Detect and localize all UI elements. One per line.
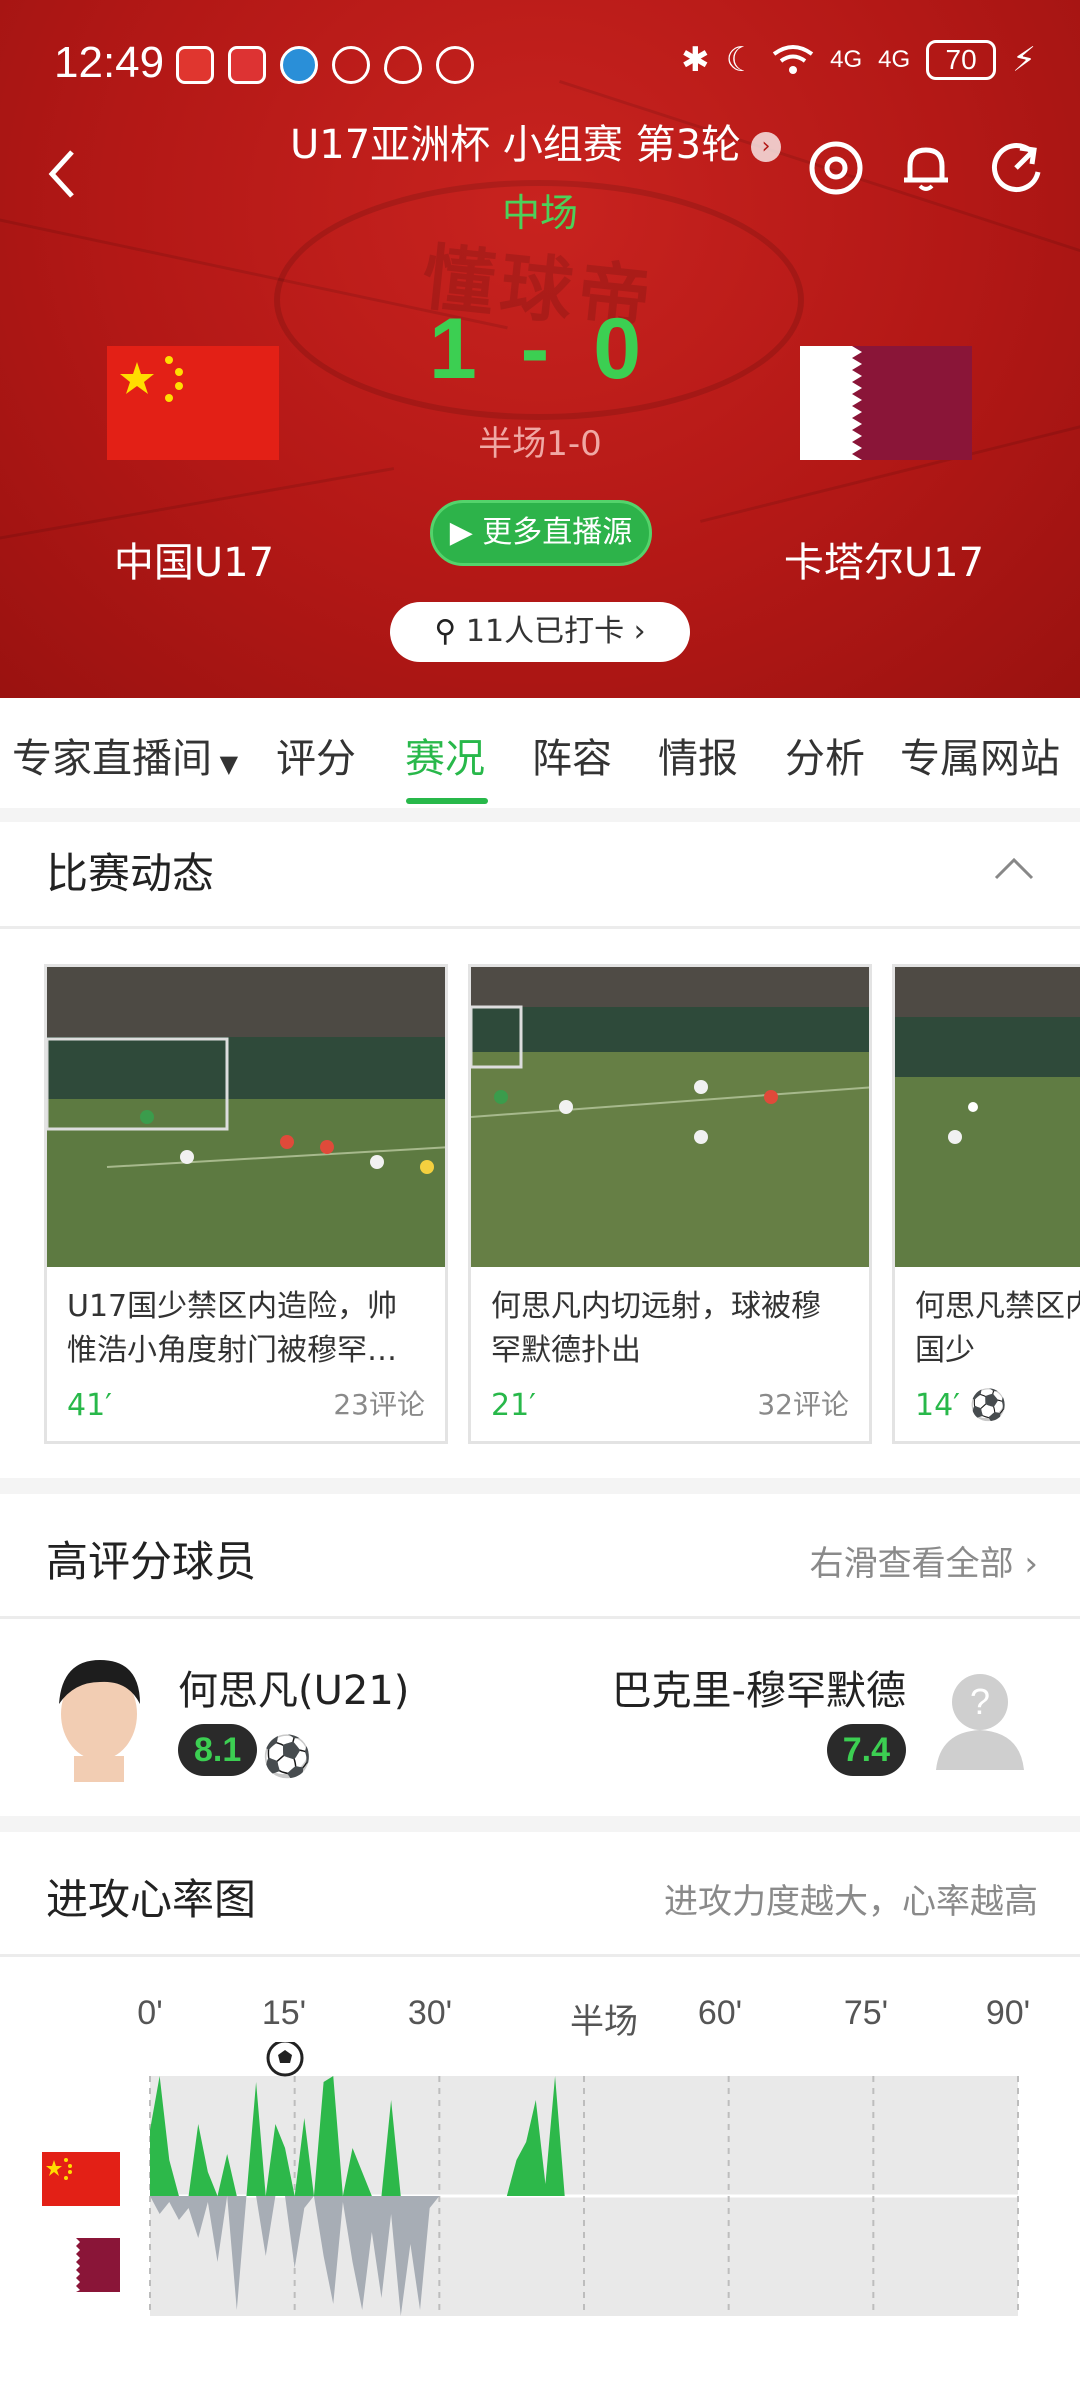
section-title: 进攻心率图 [46,1875,257,1924]
event-minute: 21′ [491,1388,536,1423]
away-flag-icon [64,2238,120,2292]
event-comments: 32评论 [757,1388,849,1421]
home-team-name[interactable]: 中国U17 [44,530,344,588]
halftime-score: 半场1-0 [478,424,602,464]
match-header: 懂球帝 12:49 ✱ ☾ 4G 4G 70 ⚡ U17亚洲杯 小组赛 第3轮 ›… [0,0,1080,698]
event-minute: 14′ ⚽ [915,1388,1007,1423]
chart-hint: 进攻力度越大，心率越高 [664,1882,1038,1922]
event-minute: 41′ [67,1388,112,1423]
more-live-sources-button[interactable]: ▶ 更多直播源 [430,500,652,566]
away-team-name[interactable]: 卡塔尔U17 [734,530,1034,588]
bell-icon[interactable] [898,140,954,196]
x-tick-label: 30' [407,1994,453,2032]
x-tick-label: 75' [843,1994,889,2032]
events-carousel[interactable]: U17国少禁区内造险，帅惟浩小角度射门被穆罕… 41′ 23评论 何思凡内切远射… [0,964,1080,1444]
bluetooth-icon: ✱ [681,40,710,80]
tab-lineup[interactable]: 阵容 [532,726,612,784]
back-icon[interactable] [46,148,76,200]
checkin-button[interactable]: ⚲ 11人已打卡 › [390,602,690,662]
collapse-icon[interactable] [992,854,1036,882]
placeholder-avatar-icon[interactable]: ? [932,1670,1028,1770]
moon-icon: ☾ [725,40,757,80]
player-avatar[interactable] [44,1652,154,1782]
x-tick-label: 60' [697,1994,743,2032]
chevron-right-icon: › [1013,1544,1038,1584]
tab-analysis[interactable]: 分析 [785,726,865,784]
app-icon [228,46,266,84]
match-events-section: 比赛动态 U17国少禁区内造险，帅惟浩小角度射门被穆罕… 41′ 23评论 何思… [0,822,1080,1478]
china-flag[interactable] [107,346,279,460]
wifi-icon [772,45,814,74]
qatar-flag[interactable] [800,346,972,460]
x-tick-label: 15' [261,1994,307,2032]
home-flag-icon [42,2152,120,2206]
charging-icon: ⚡ [1012,40,1036,80]
event-card[interactable]: 何思凡内切远射，球被穆罕默德扑出 21′ 32评论 [468,964,872,1444]
caret-down-icon: ▼ [212,750,239,778]
video-thumbnail [47,967,445,1267]
system-icons: ✱ ☾ 4G 4G 70 ⚡ [681,40,1036,80]
event-comments: 23评论 [333,1388,425,1421]
tab-match-status[interactable]: 赛况 [405,726,485,784]
chevron-right-icon: › [751,132,782,162]
tab-bar: 专家直播间 ▼ 评分 赛况 阵容 情报 分析 专属网站 [0,698,1080,808]
location-pin-icon: ⚲ [434,614,466,649]
attack-heart-rate-chart [42,2042,1019,2316]
x-axis: 0' 15' 30' 半场 60' 75' 90' [0,1994,1080,2041]
score: 1 - 0 [428,301,652,397]
section-title: 比赛动态 [46,849,215,898]
status-bar: 12:49 ✱ ☾ 4G 4G 70 ⚡ [0,38,1080,98]
signal-icon: 4G [878,46,911,73]
top-players-section: 高评分球员 右滑查看全部 › 何思凡(U21) 8.1 ⚽ 巴克里-穆罕默德 7… [0,1494,1080,1816]
chevron-right-icon: › [624,614,646,649]
app-icon [280,46,318,84]
active-tab-indicator [406,798,488,804]
x-tick-label: 90' [985,1994,1031,2032]
tab-expert-live[interactable]: 专家直播间 ▼ [12,726,238,784]
event-caption: U17国少禁区内造险，帅惟浩小角度射门被穆罕… [67,1289,398,1368]
tab-exclusive-site[interactable]: 专属网站 [900,726,1060,784]
soccer-ball-icon: ⚽ [262,1733,313,1780]
see-all-link[interactable]: 右滑查看全部 › [810,1536,1038,1585]
app-icon [332,46,370,84]
home-player-rating: 8.1 ⚽ [178,1724,313,1780]
svg-text:?: ? [970,1681,990,1722]
video-thumbnail [895,967,1080,1267]
event-card[interactable]: U17国少禁区内造险，帅惟浩小角度射门被穆罕… 41′ 23评论 [44,964,448,1444]
app-icon [176,46,214,84]
signal-icon: 4G [830,46,863,73]
section-title: 高评分球员 [46,1537,257,1586]
home-player-name[interactable]: 何思凡(U21) [178,1658,409,1716]
away-player-rating: 7.4 [826,1724,906,1776]
notification-icons [176,46,474,84]
eye-icon [384,46,422,84]
attack-chart-section: 进攻心率图 进攻力度越大，心率越高 0' 15' 30' 半场 60' 75' … [0,1832,1080,2388]
away-player-name[interactable]: 巴克里-穆罕默德 [612,1658,906,1716]
status-time: 12:49 [54,38,165,87]
video-thumbnail [471,967,869,1267]
event-card[interactable]: 何思凡禁区内射门，U17国少 14′ ⚽ [892,964,1080,1444]
soccer-ball-icon: ⚽ [960,1388,1007,1423]
play-icon: ▶ [449,515,483,550]
tab-intel[interactable]: 情报 [658,726,738,784]
alarm-icon [436,46,474,84]
share-icon[interactable] [988,140,1044,196]
event-caption: 何思凡内切远射，球被穆罕默德扑出 [491,1289,821,1368]
x-tick-label: 0' [137,1994,163,2032]
event-caption: 何思凡禁区内射门，U17国少 [915,1289,1080,1368]
competition-title[interactable]: U17亚洲杯 小组赛 第3轮 › [290,112,782,170]
target-icon[interactable] [808,140,864,196]
tab-ratings[interactable]: 评分 [276,726,356,784]
x-tick-label: 半场 [570,2003,638,2041]
match-phase: 中场 [501,191,578,235]
battery-icon: 70 [926,40,997,80]
match-page: { "status_bar": {"time": "12:49", "batte… [0,0,1080,2388]
